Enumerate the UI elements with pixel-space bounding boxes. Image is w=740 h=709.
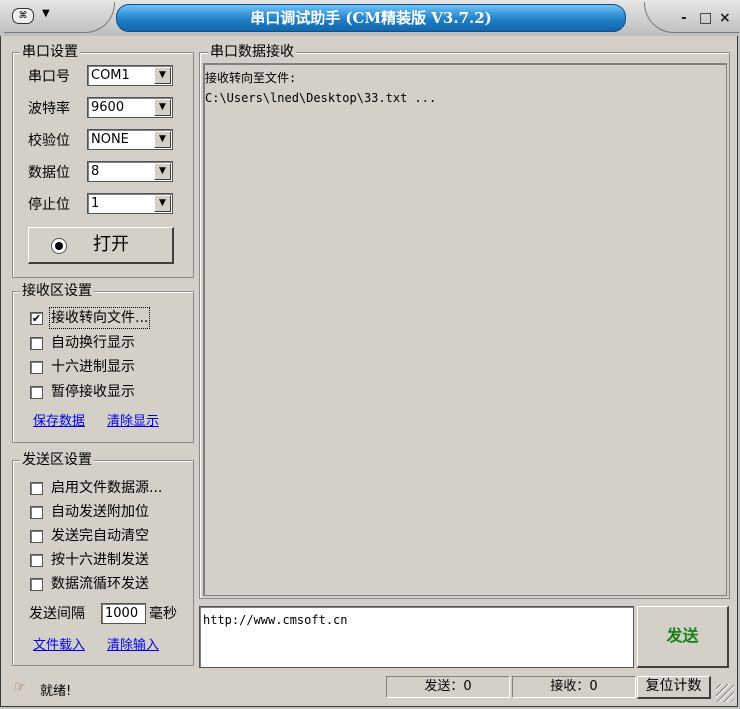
parity-select[interactable]: NONE ▼ [87,129,173,150]
loop-send-checkbox[interactable] [30,578,43,591]
receive-line: 接收转向至文件: [205,71,297,85]
auto-clear-checkbox[interactable] [30,530,43,543]
stopbits-value: 1 [91,196,100,211]
open-port-label: 打开 [93,234,129,255]
receive-settings-title: 接收区设置 [20,283,94,299]
recv-to-file-checkbox[interactable]: ✔ [30,312,43,325]
hex-display-label[interactable]: 十六进制显示 [51,358,135,376]
serial-settings-title: 串口设置 [20,44,80,60]
received-count: 接收：0 [512,676,636,698]
load-file-link[interactable]: 文件载入 [33,638,85,654]
port-select[interactable]: COM1 ▼ [87,65,173,86]
baud-select[interactable]: 9600 ▼ [87,97,173,118]
interval-input[interactable]: 1000 [101,603,146,624]
auto-append-label[interactable]: 自动发送附加位 [51,503,149,521]
window-title: 串口调试助手 (CM精装版 V3.7.2) [116,4,626,32]
auto-wrap-checkbox[interactable] [30,337,43,350]
chevron-down-icon[interactable]: ▼ [154,99,171,116]
baud-label: 波特率 [28,101,70,117]
stopbits-select[interactable]: 1 ▼ [87,193,173,214]
window-controls: - □ × [644,2,739,33]
minimize-button[interactable]: - [681,10,687,26]
resize-grip-icon[interactable] [716,684,734,702]
interval-value: 1000 [105,606,139,621]
send-settings-title: 发送区设置 [20,452,94,468]
port-status-icon [51,238,67,254]
clear-display-link[interactable]: 清除显示 [107,414,159,430]
maximize-button[interactable]: □ [699,10,712,26]
auto-wrap-label[interactable]: 自动换行显示 [51,334,135,352]
auto-append-checkbox[interactable] [30,506,43,519]
chevron-down-icon[interactable]: ▼ [154,195,171,212]
port-value: COM1 [91,68,130,83]
system-menu[interactable]: ⌘ ▼ [4,2,115,33]
save-data-link[interactable]: 保存数据 [33,414,85,430]
pause-display-label[interactable]: 暂停接收显示 [51,383,135,401]
databits-select[interactable]: 8 ▼ [87,161,173,182]
hex-display-checkbox[interactable] [30,361,43,374]
chevron-down-icon[interactable]: ▼ [154,163,171,180]
parity-value: NONE [91,132,129,147]
file-source-checkbox[interactable] [30,482,43,495]
status-text: 就绪! [40,684,72,699]
reset-count-button[interactable]: 复位计数 [637,676,711,699]
port-label: 串口号 [28,69,70,85]
recv-to-file-label[interactable]: 接收转向文件... [48,307,151,329]
sent-count: 发送：0 [386,676,510,698]
title-bar[interactable]: ⌘ ▼ 串口调试助手 (CM精装版 V3.7.2) - □ × [0,0,740,36]
receive-line: C:\Users\lned\Desktop\33.txt ... [205,91,437,105]
chevron-down-icon[interactable]: ▼ [154,131,171,148]
loop-send-label[interactable]: 数据流循环发送 [51,575,149,593]
hex-send-label[interactable]: 按十六进制发送 [51,551,149,569]
chevron-down-icon[interactable]: ▼ [154,67,171,84]
parity-label: 校验位 [28,133,70,149]
databits-value: 8 [91,164,100,179]
system-menu-arrow-icon[interactable]: ▼ [42,8,50,19]
send-textarea[interactable]: http://www.cmsoft.cn [199,606,634,668]
receive-area-title: 串口数据接收 [208,44,296,60]
send-button[interactable]: 发送 [637,606,729,668]
app-icon[interactable]: ⌘ [12,8,34,24]
databits-label: 数据位 [28,165,70,181]
auto-clear-label[interactable]: 发送完自动清空 [51,527,149,545]
stopbits-label: 停止位 [28,197,70,213]
baud-value: 9600 [91,100,125,115]
interval-label: 发送间隔 [29,606,85,622]
clear-input-link[interactable]: 清除输入 [107,638,159,654]
status-hand-icon: ☞ [14,680,26,695]
file-source-label[interactable]: 启用文件数据源... [51,479,162,497]
interval-unit: 毫秒 [149,606,177,622]
pause-display-checkbox[interactable] [30,386,43,399]
close-button[interactable]: × [719,10,731,26]
hex-send-checkbox[interactable] [30,554,43,567]
receive-textarea[interactable]: 接收转向至文件: C:\Users\lned\Desktop\33.txt ..… [203,63,727,596]
open-port-button[interactable]: 打开 [28,227,174,264]
